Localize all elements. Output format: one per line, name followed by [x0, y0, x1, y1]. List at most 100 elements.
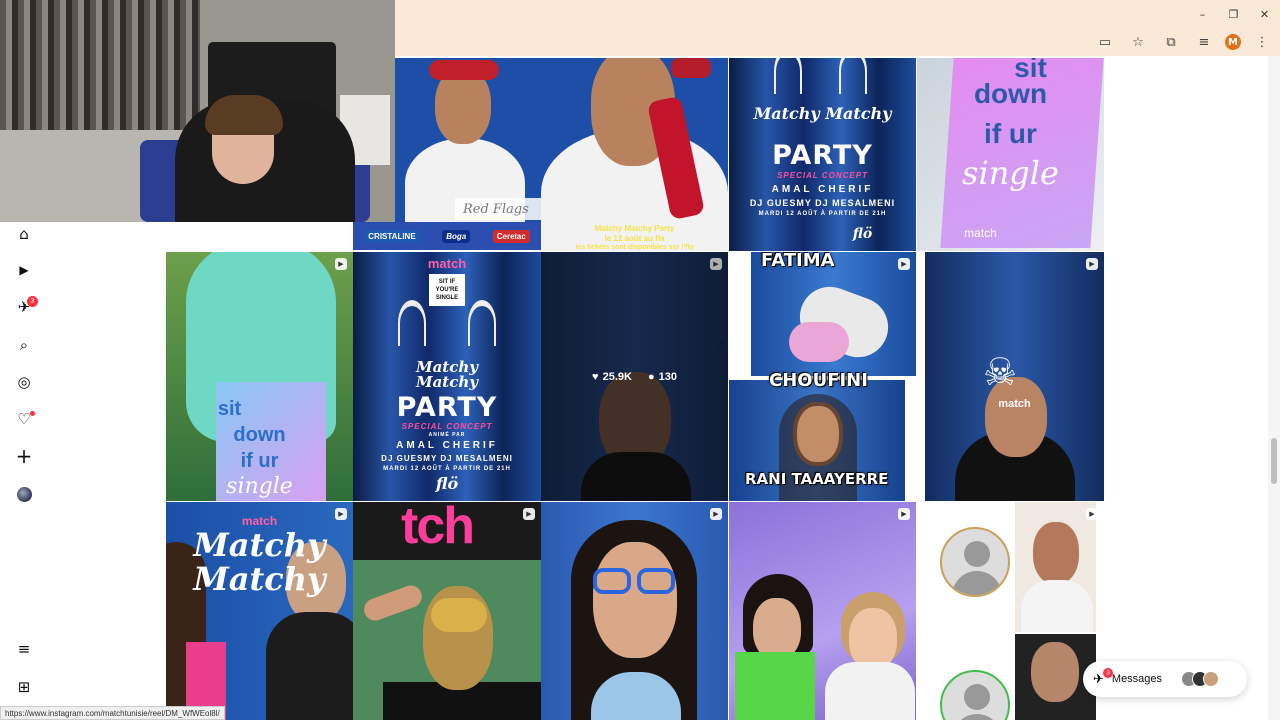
reel-icon: ▶ [335, 258, 347, 270]
sign-word: if ur [984, 118, 1037, 149]
poster-djs: DJ GUESMY DJ MESALMENI [381, 454, 513, 463]
reel-icon: ▶ [335, 508, 347, 520]
match-letters: tch [401, 502, 475, 555]
restore-button[interactable]: ❐ [1218, 0, 1249, 28]
poster-date: MARDI 12 AOÛT À PARTIR DE 21H [758, 211, 887, 217]
grid-tile-matchy-couple[interactable]: match Matchy Matchy ▶ [166, 502, 353, 720]
poster-sit-sign: SIT IF YOU'RE SINGLE [435, 279, 459, 301]
notifications-dot [30, 411, 35, 416]
sign-word: sit [217, 398, 242, 420]
sign-word: if ur [240, 450, 279, 472]
sign-word: single [226, 474, 293, 499]
hover-stats-overlay: ♥ 25.9K ● 130 [541, 252, 728, 501]
poster-signature: flö [852, 226, 873, 242]
grid-tile-skull[interactable]: ☠ match ▶ [925, 252, 1104, 501]
comments-stat: ● 130 [648, 371, 677, 383]
subtitle-line: Matchy Matchy Party [594, 224, 675, 233]
avatar [940, 527, 1010, 597]
sidebar-nav: ⌂ ▶ ✈ 3 ⌕ ◎ ♡ + ≡ ⊞ [0, 222, 48, 702]
sign-word: down [233, 424, 286, 446]
poster-party: PARTY [772, 140, 873, 171]
red-flags-label: Red Flags [463, 202, 529, 217]
mouse-cursor: ☝ [716, 338, 725, 354]
grid-tile-statue[interactable]: sit down if ur single ▶ [166, 252, 353, 501]
create-icon[interactable]: + [12, 444, 36, 468]
sign-word: down [973, 78, 1048, 109]
poster-host: AMAL CHERIF [771, 184, 874, 195]
cast-icon[interactable]: ▭ [1093, 30, 1117, 54]
messages-button[interactable]: ✈ 3 Messages [1083, 661, 1247, 697]
browser-toolbar: ▭ ☆ ⧉ ≡ M ⋮ [395, 28, 1280, 56]
poster-brand: match [427, 256, 467, 271]
profile-button[interactable]: M [1225, 34, 1241, 50]
link-status-bar: https://www.instagram.com/matchtunisie/r… [0, 706, 225, 720]
webcam-overlay [0, 0, 395, 222]
poster-script-title: Matchy Matchy [415, 358, 478, 391]
messages-avatars [1181, 671, 1220, 687]
reel-icon: ▶ [710, 508, 722, 520]
grid-tile-chef-1[interactable]: Red Flags [395, 58, 541, 222]
subtitle-line: le 12 août au fla [604, 234, 665, 243]
page-scrollbar[interactable] [1268, 56, 1280, 720]
poster-special: SPECIAL CONCEPT [401, 422, 493, 431]
messenger-badge: 3 [27, 296, 38, 307]
window-controls: – ❐ ✕ [1187, 0, 1280, 28]
also-from-meta-icon[interactable]: ⊞ [12, 675, 36, 699]
grid-tile-profiles-collage[interactable]: ▶ [925, 502, 1104, 720]
search-icon[interactable]: ⌕ [12, 333, 36, 357]
grid-tile-glasses[interactable]: ▶ [541, 502, 728, 720]
poster-party: PARTY [396, 392, 498, 423]
minimize-button[interactable]: – [1187, 0, 1218, 28]
media-icon[interactable]: ≡ [1192, 30, 1216, 54]
close-window-button[interactable]: ✕ [1249, 0, 1280, 28]
grid-tile-laughing-women[interactable]: ▶ [729, 502, 916, 720]
grid-tile-collage[interactable]: FATIMA CHOUFINI RANI TAAAYERRE ▶ [729, 252, 916, 501]
sponsor-logo: CRISTALINE [364, 229, 420, 243]
star-icon[interactable]: ☆ [1126, 30, 1150, 54]
comment-icon: ● [647, 370, 655, 383]
avatar [1203, 671, 1220, 687]
caption-top: FATIMA [761, 252, 835, 271]
sponsor-logo: Cerelac [492, 229, 530, 243]
subtitle-line: les tickets sont disponibles sur l'flo [575, 244, 694, 251]
poster-anime-par: ANIMÉ PAR [428, 432, 466, 438]
sign-word: single [962, 154, 1059, 192]
home-icon[interactable]: ⌂ [12, 222, 36, 246]
poster-signature: flö [435, 474, 459, 493]
caption-mid: CHOUFINI [769, 370, 868, 391]
grid-tile-chef-2[interactable]: Matchy Matchy Party le 12 août au fla le… [541, 58, 728, 251]
scrollbar-thumb[interactable] [1271, 438, 1277, 484]
grid-tile-party-poster-2[interactable]: match SIT IF YOU'RE SINGLE Matchy Matchy… [353, 252, 541, 501]
profile-avatar[interactable] [12, 482, 36, 506]
avatar [940, 670, 1010, 720]
sponsor-logo: Boga [442, 229, 471, 243]
skull-brand: match [998, 398, 1031, 410]
poster-date: MARDI 12 AOÛT À PARTIR DE 21H [383, 466, 511, 472]
likes-count: 25.9K [602, 370, 632, 383]
extensions-icon[interactable]: ⧉ [1159, 30, 1183, 54]
caption-bottom: RANI TAAAYERRE [745, 470, 889, 488]
sponsor-bar: CRISTALINE Boga Cerelac [353, 222, 541, 250]
likes-stat: ♥ 25.9K [592, 371, 632, 383]
poster-host: AMAL CHERIF [396, 440, 498, 451]
reels-icon[interactable]: ▶ [12, 258, 36, 282]
messages-label: Messages [1111, 673, 1163, 685]
poster-script-title: Matchy Matchy [753, 104, 892, 123]
matchy-big-title: Matchy Matchy [193, 526, 326, 598]
more-menu-icon[interactable]: ≡ [12, 637, 36, 661]
messages-badge: 3 [1103, 668, 1113, 678]
reel-icon: ▶ [1086, 258, 1098, 270]
poster-special: SPECIAL CONCEPT [777, 171, 868, 180]
skull-icon: ☠ [983, 350, 1018, 394]
comments-count: 130 [658, 370, 677, 383]
grid-tile-barber[interactable]: tch ▶ [353, 502, 541, 720]
browser-menu-icon[interactable]: ⋮ [1250, 30, 1274, 54]
browser-titlebar: – ❐ ✕ [395, 0, 1280, 28]
grid-tile-sign-1[interactable]: sit down if ur single match [917, 58, 1104, 251]
reel-icon: ▶ [898, 508, 910, 520]
reel-icon: ▶ [898, 258, 910, 270]
heart-icon: ♥ [592, 370, 599, 383]
explore-icon[interactable]: ◎ [12, 370, 36, 394]
reel-icon: ▶ [1086, 508, 1098, 520]
grid-tile-party-poster-1[interactable]: Matchy Matchy PARTY SPECIAL CONCEPT AMAL… [729, 58, 916, 251]
